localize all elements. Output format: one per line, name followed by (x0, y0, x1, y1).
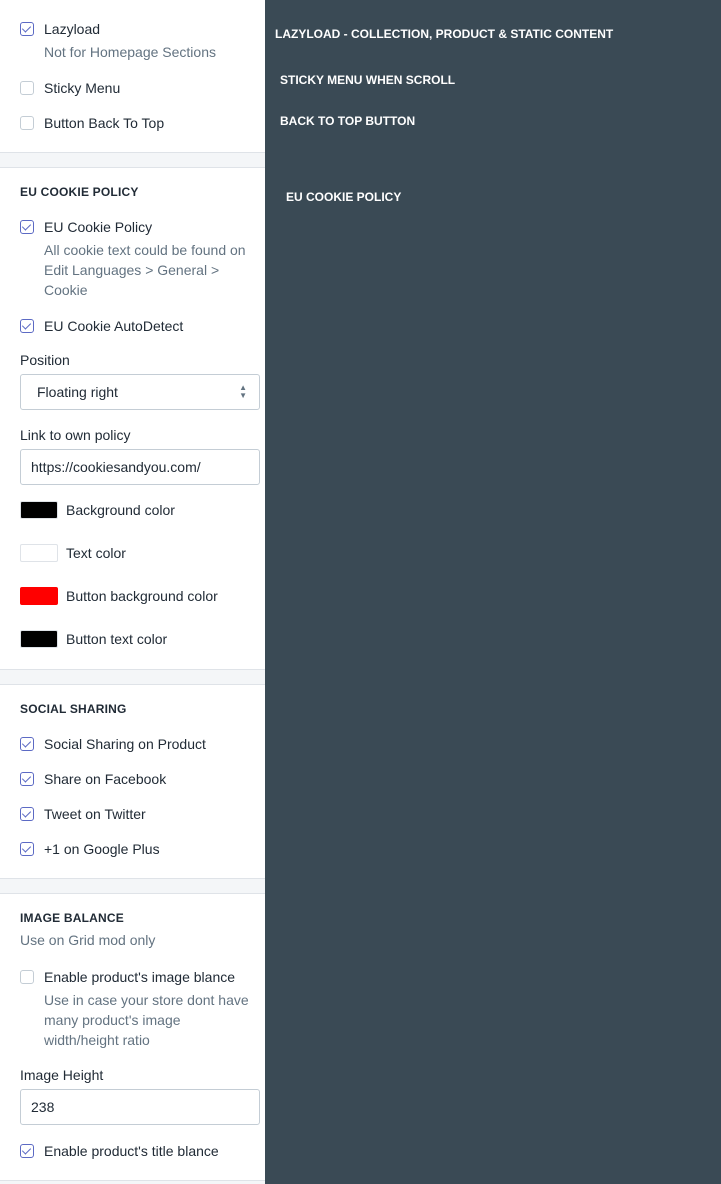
google-plus-checkbox[interactable] (20, 842, 34, 856)
title-balance-checkbox[interactable] (20, 1144, 34, 1158)
preview-cookie-heading: EU COOKIE POLICY (286, 190, 402, 204)
tweet-twitter-checkbox[interactable] (20, 807, 34, 821)
image-height-input[interactable] (20, 1089, 260, 1125)
social-product-checkbox[interactable] (20, 737, 34, 751)
eu-cookie-section-title: EU COOKIE POLICY (20, 185, 139, 199)
share-facebook-label: Share on Facebook (44, 771, 167, 787)
back-to-top-checkbox-row[interactable]: Button Back To Top (20, 115, 164, 131)
background-color-swatch[interactable] (20, 501, 58, 519)
eu-autodetect-label: EU Cookie AutoDetect (44, 318, 184, 334)
image-height-label: Image Height (20, 1067, 104, 1083)
button-text-color-label: Button text color (66, 631, 168, 647)
social-product-checkbox-row[interactable]: Social Sharing on Product (20, 736, 206, 752)
color-row-background[interactable]: Background color (20, 501, 175, 519)
section-divider (0, 152, 265, 168)
title-balance-label: Enable product's title blance (44, 1143, 219, 1159)
social-section-title: SOCIAL SHARING (20, 702, 127, 716)
color-row-button-bg[interactable]: Button background color (20, 587, 218, 605)
lazyload-help: Not for Homepage Sections (44, 44, 216, 60)
policy-link-input[interactable] (20, 449, 260, 485)
button-text-color-swatch[interactable] (20, 630, 58, 648)
eu-cookie-label: EU Cookie Policy (44, 219, 153, 235)
lazyload-label: Lazyload (44, 21, 101, 37)
section-divider (0, 878, 265, 894)
text-color-label: Text color (66, 545, 126, 561)
section-divider (0, 669, 265, 685)
image-balance-checkbox[interactable] (20, 970, 34, 984)
color-row-button-text[interactable]: Button text color (20, 630, 167, 648)
social-product-label: Social Sharing on Product (44, 736, 206, 752)
eu-cookie-help: All cookie text could be found on Edit L… (44, 242, 246, 298)
position-select[interactable]: Floating right ▲ ▼ (20, 374, 260, 410)
tweet-twitter-checkbox-row[interactable]: Tweet on Twitter (20, 806, 146, 822)
button-background-color-label: Button background color (66, 588, 218, 604)
google-plus-label: +1 on Google Plus (44, 841, 160, 857)
button-background-color-swatch[interactable] (20, 587, 58, 605)
preview-lazyload-heading: LAZYLOAD - COLLECTION, PRODUCT & STATIC … (275, 27, 614, 41)
image-balance-label: Enable product's image blance (44, 969, 236, 985)
background-color-label: Background color (66, 502, 175, 518)
text-color-swatch[interactable] (20, 544, 58, 562)
settings-sidebar: Lazyload Not for Homepage Sections Stick… (0, 0, 265, 1184)
eu-cookie-checkbox[interactable] (20, 220, 34, 234)
back-to-top-checkbox[interactable] (20, 116, 34, 130)
policy-link-label: Link to own policy (20, 427, 131, 443)
lazyload-checkbox[interactable] (20, 22, 34, 36)
lazyload-checkbox-row[interactable]: Lazyload (20, 21, 100, 37)
share-facebook-checkbox[interactable] (20, 772, 34, 786)
sticky-menu-checkbox-row[interactable]: Sticky Menu (20, 80, 120, 96)
title-balance-checkbox-row[interactable]: Enable product's title blance (20, 1143, 219, 1159)
preview-sticky-heading: STICKY MENU WHEN SCROLL (280, 73, 456, 87)
eu-cookie-checkbox-row[interactable]: EU Cookie Policy (20, 219, 152, 235)
image-balance-section-title: IMAGE BALANCE (20, 911, 124, 925)
sticky-menu-label: Sticky Menu (44, 80, 121, 96)
preview-pane: LAZYLOAD - COLLECTION, PRODUCT & STATIC … (265, 0, 721, 1184)
image-balance-subtitle: Use on Grid mod only (20, 932, 156, 948)
share-facebook-checkbox-row[interactable]: Share on Facebook (20, 771, 166, 787)
eu-autodetect-checkbox[interactable] (20, 319, 34, 333)
image-balance-checkbox-row[interactable]: Enable product's image blance (20, 969, 235, 985)
preview-back-top-heading: BACK TO TOP BUTTON (280, 114, 416, 128)
tweet-twitter-label: Tweet on Twitter (44, 806, 146, 822)
select-arrows-icon: ▲ ▼ (239, 383, 247, 400)
eu-autodetect-checkbox-row[interactable]: EU Cookie AutoDetect (20, 318, 183, 334)
position-select-value: Floating right (37, 384, 118, 400)
back-to-top-label: Button Back To Top (44, 115, 165, 131)
sticky-menu-checkbox[interactable] (20, 81, 34, 95)
position-label: Position (20, 352, 70, 368)
google-plus-checkbox-row[interactable]: +1 on Google Plus (20, 841, 160, 857)
image-balance-help: Use in case your store dont have many pr… (44, 992, 249, 1048)
color-row-text[interactable]: Text color (20, 544, 126, 562)
section-divider (0, 1180, 265, 1184)
